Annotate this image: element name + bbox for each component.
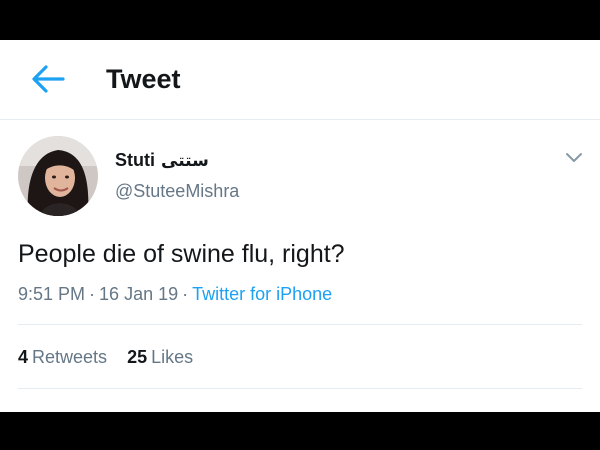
meta-separator: · xyxy=(182,284,189,304)
author-name[interactable]: Stuti xyxy=(115,150,155,171)
tweet-meta: 9:51 PM · 16 Jan 19 · Twitter for iPhone xyxy=(18,284,332,305)
likes-count: 25 xyxy=(127,347,148,367)
likes-stat[interactable]: 25 Likes xyxy=(127,347,193,368)
divider xyxy=(18,324,582,325)
chevron-down-icon xyxy=(566,153,582,162)
likes-label: Likes xyxy=(151,347,194,367)
tweet-time[interactable]: 9:51 PM xyxy=(18,284,85,304)
retweets-label: Retweets xyxy=(32,347,108,367)
author-handle[interactable]: @StuteeMishra xyxy=(115,181,239,202)
retweets-stat[interactable]: 4 Retweets xyxy=(18,347,107,368)
page-title: Tweet xyxy=(106,64,181,94)
back-button[interactable] xyxy=(28,62,68,96)
tweet-date[interactable]: 16 Jan 19 xyxy=(99,284,178,304)
author-name-alt: ستتی xyxy=(161,151,209,171)
divider xyxy=(18,388,582,389)
tweet-text: People die of swine flu, right? xyxy=(18,240,345,268)
tweet-menu-button[interactable] xyxy=(563,148,585,166)
retweets-count: 4 xyxy=(18,347,29,367)
author-name-line[interactable]: Stuti ستتی xyxy=(115,150,209,171)
tweet-stats: 4 Retweets 25 Likes xyxy=(18,347,193,368)
tweet-screen: Tweet Stuti ستتی @StuteeMishra People di… xyxy=(0,40,600,412)
avatar[interactable] xyxy=(18,136,98,216)
tweet-source-link[interactable]: Twitter for iPhone xyxy=(192,284,332,304)
meta-separator: · xyxy=(89,284,96,304)
top-bar: Tweet xyxy=(0,40,600,120)
arrow-left-icon xyxy=(32,65,65,93)
